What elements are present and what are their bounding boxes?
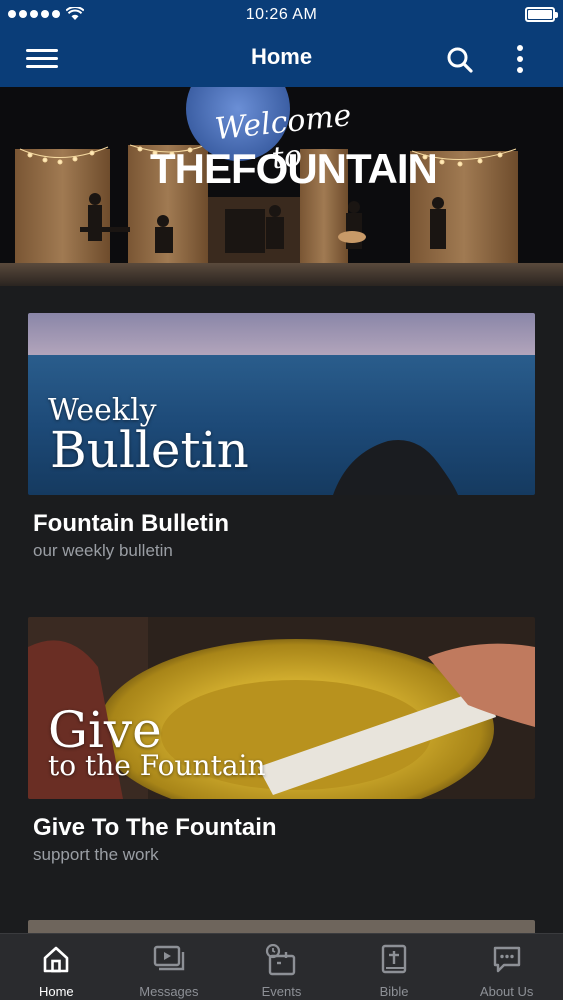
tab-messages[interactable]: Messages	[113, 934, 226, 1000]
top-app-bar: Home	[0, 30, 563, 87]
play-icon	[153, 945, 185, 971]
card-subtitle: our weekly bulletin	[33, 541, 173, 560]
give-card-image[interactable]: Give to the Fountain	[28, 617, 535, 799]
status-bar: 10:26 AM	[0, 0, 563, 30]
tab-label: Home	[38, 984, 74, 999]
bulletin-card-image[interactable]: Weekly Bulletin	[28, 313, 535, 495]
search-icon[interactable]	[445, 45, 475, 75]
cellular-signal-icon	[8, 10, 60, 18]
tab-label: About Us	[479, 984, 534, 999]
hero-title-text: THEFOUNTAIN	[150, 145, 438, 192]
page-title: Home	[250, 44, 313, 69]
battery-icon	[525, 7, 558, 22]
tab-label: Bible	[379, 984, 409, 999]
chat-icon	[493, 946, 520, 973]
card-title[interactable]: Fountain Bulletin	[33, 510, 229, 538]
hero-banner[interactable]: Welcome to THEFOUNTAIN	[0, 87, 563, 286]
signal-indicator	[8, 7, 84, 21]
tab-events[interactable]: Events	[225, 934, 338, 1000]
more-options-icon[interactable]	[512, 44, 528, 74]
bulletin-overlay-line2: Bulletin	[50, 421, 249, 479]
status-time: 10:26 AM	[245, 6, 318, 23]
wifi-icon	[66, 7, 84, 20]
give-overlay-line2: to the Fountain	[48, 749, 266, 782]
calendar-icon	[266, 944, 296, 976]
tab-about-us[interactable]: About Us	[450, 934, 563, 1000]
card-subtitle: support the work	[33, 845, 159, 864]
tab-label: Events	[261, 984, 302, 999]
bible-icon	[381, 944, 407, 974]
tab-label: Messages	[139, 984, 199, 999]
tab-home[interactable]: Home	[0, 934, 113, 1000]
bottom-tab-bar: Home Messages Events Bible About Us	[0, 933, 563, 1000]
tab-bible[interactable]: Bible	[338, 934, 451, 1000]
card-title[interactable]: Give To The Fountain	[33, 814, 277, 842]
card-image-partial[interactable]	[28, 920, 535, 934]
home-icon	[43, 946, 69, 973]
